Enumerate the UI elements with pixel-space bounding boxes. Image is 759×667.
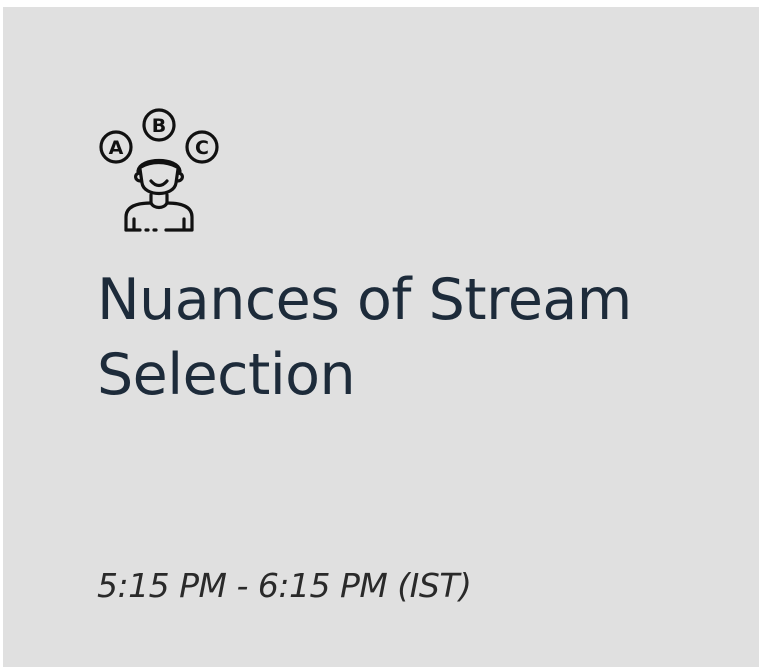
session-time: 5:15 PM - 6:15 PM (IST) (97, 566, 472, 605)
option-a-letter: A (109, 137, 124, 159)
session-title: Nuances of Stream Selection (97, 267, 632, 408)
session-card[interactable]: A B C Nuances of Stream Selection 5:15 P… (3, 7, 759, 667)
person-choosing-options-icon: A B C (99, 108, 219, 232)
option-c-letter: C (195, 137, 209, 159)
option-b-letter: B (152, 115, 166, 137)
